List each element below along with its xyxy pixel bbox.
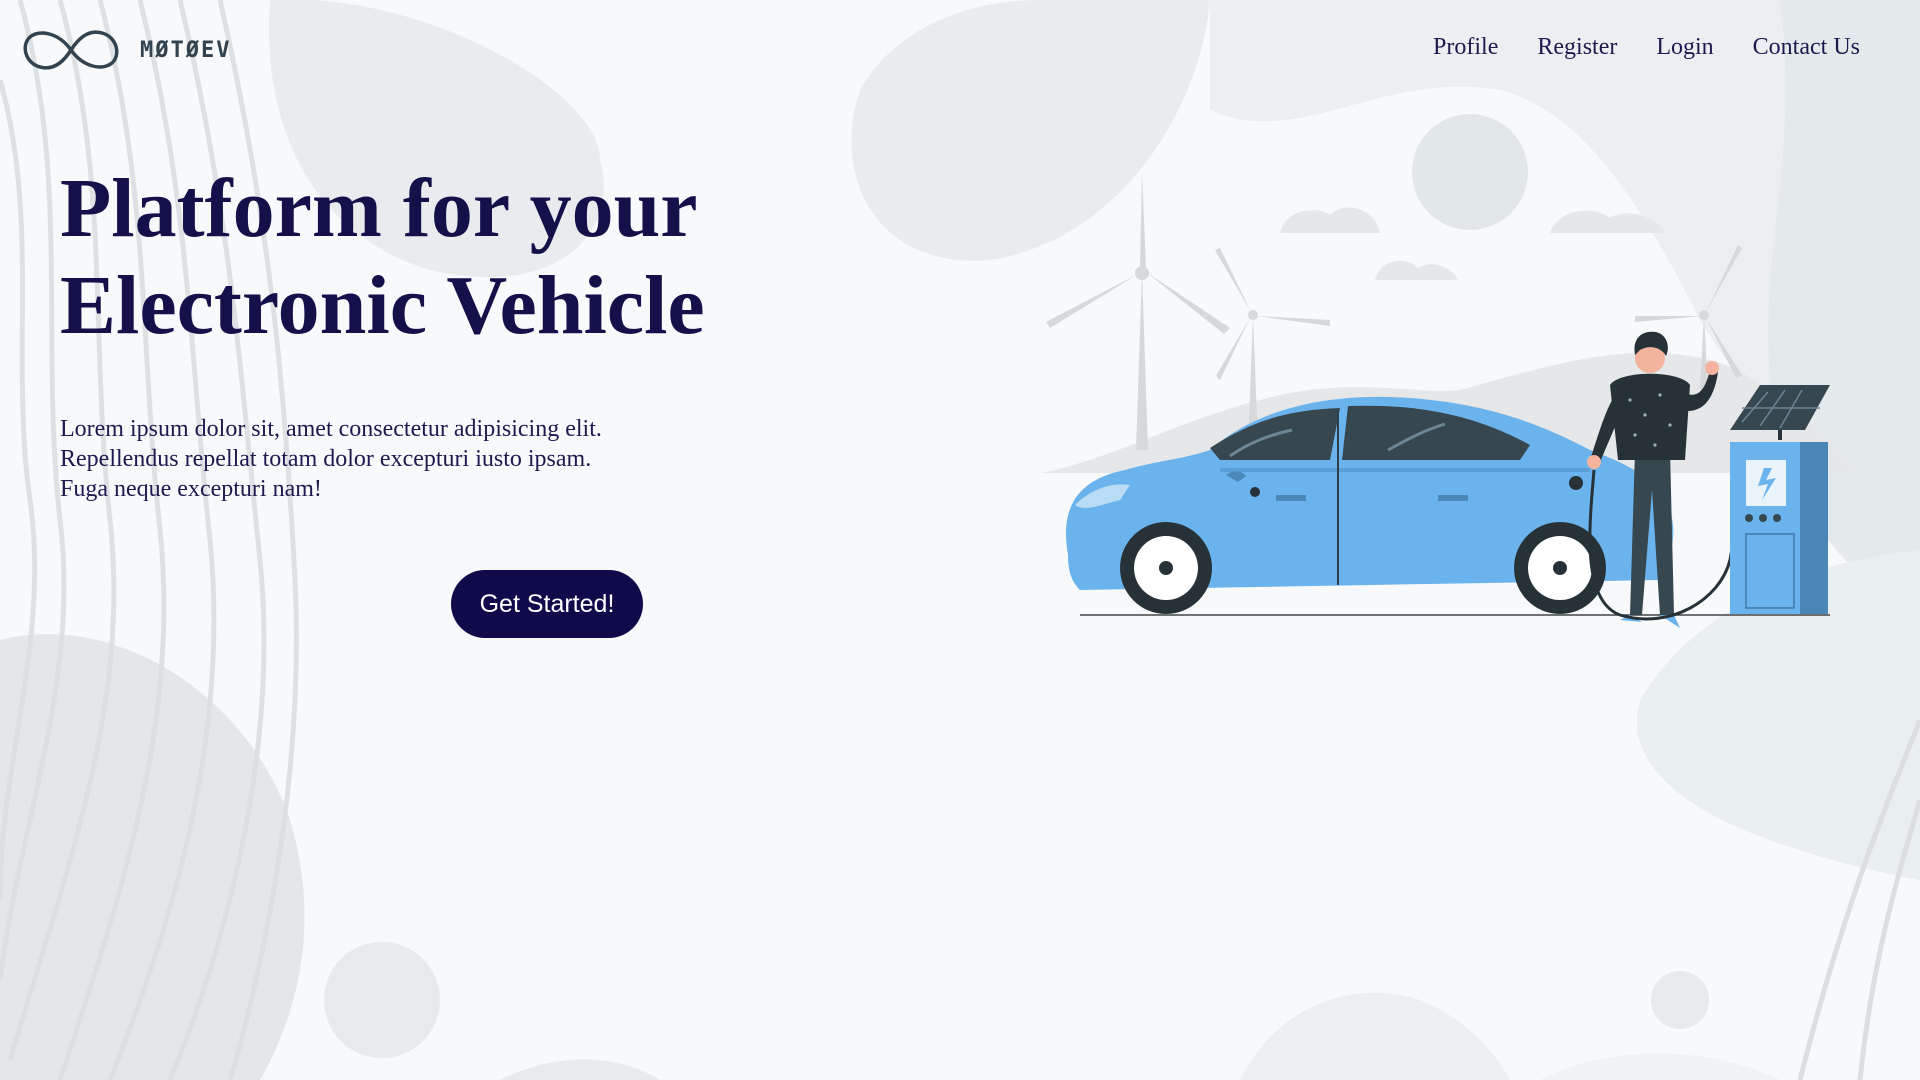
nav-register-link[interactable]: Register [1537,34,1617,61]
hero-description-line-3: Fuga neque excepturi nam! [60,476,322,502]
nav-profile-link[interactable]: Profile [1433,34,1498,61]
brand-name: MØTØEV [140,37,232,63]
hero-illustration [1030,160,1870,640]
person-charging-car-illustration [1040,170,1860,628]
get-started-button[interactable]: Get Started! [451,570,643,638]
hero-title: Platform for your Electronic Vehicle [60,160,760,354]
nav-contact-link[interactable]: Contact Us [1753,34,1860,61]
infinity-logo-icon [23,30,119,70]
hero-title-line-1: Platform for your [60,162,698,255]
wind-turbine-icon [1046,170,1230,450]
hero-description: Lorem ipsum dolor sit, amet consectetur … [60,414,700,504]
brand-logo[interactable]: MØTØEV [22,25,231,75]
hero-description-line-2: Repellendus repellat totam dolor exceptu… [60,446,592,472]
main-nav: Profile Register Login Contact Us [1433,34,1860,61]
hero-title-line-2: Electronic Vehicle [60,259,705,352]
charging-station-icon [1730,422,1828,614]
nav-login-link[interactable]: Login [1656,34,1713,61]
hero-section: Platform for your Electronic Vehicle Lor… [60,160,760,504]
cloud-icon [1280,207,1665,280]
hero-description-line-1: Lorem ipsum dolor sit, amet consectetur … [60,416,602,442]
site-header: MØTØEV Profile Register Login Contact Us [0,0,1920,100]
